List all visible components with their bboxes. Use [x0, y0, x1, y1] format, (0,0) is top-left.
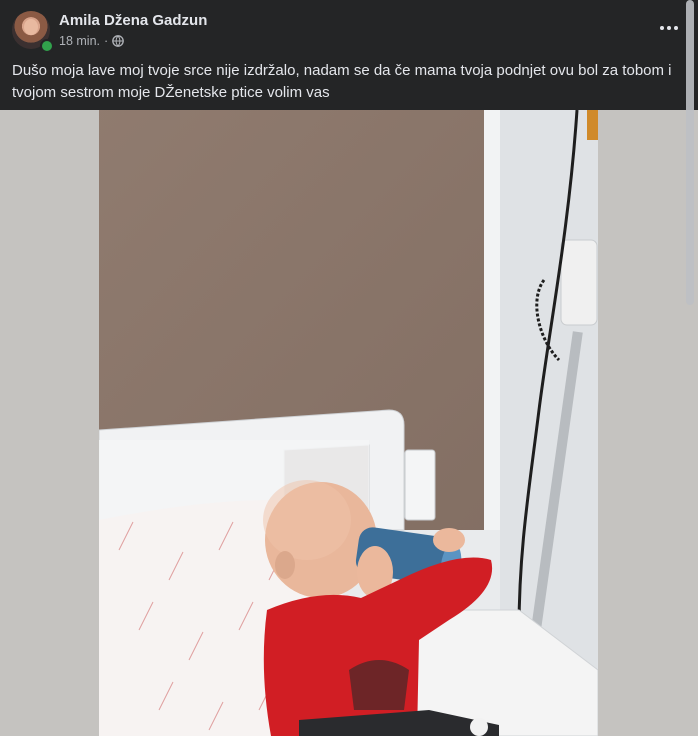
post-meta: 18 min. · [59, 34, 125, 48]
more-dot-icon [667, 26, 671, 30]
globe-icon[interactable] [112, 35, 125, 47]
more-dot-icon [674, 26, 678, 30]
post-photo[interactable] [99, 110, 598, 736]
more-options-button[interactable] [652, 16, 686, 40]
photo-area [0, 110, 698, 736]
post-timestamp[interactable]: 18 min. [59, 34, 100, 48]
scrollbar[interactable] [686, 0, 694, 736]
avatar-face [24, 19, 38, 35]
author-name[interactable]: Amila Džena Gadzun [59, 12, 207, 29]
post-text: Dušo moja lave moj tvoje srce nije izdrž… [12, 62, 672, 101]
post-header: Amila Džena Gadzun 18 min. · [0, 0, 698, 58]
online-status-dot [40, 39, 54, 53]
hospital-photo-illustration [99, 110, 598, 736]
meta-separator: · [104, 34, 109, 48]
more-dot-icon [660, 26, 664, 30]
scrollbar-thumb[interactable] [686, 0, 694, 305]
